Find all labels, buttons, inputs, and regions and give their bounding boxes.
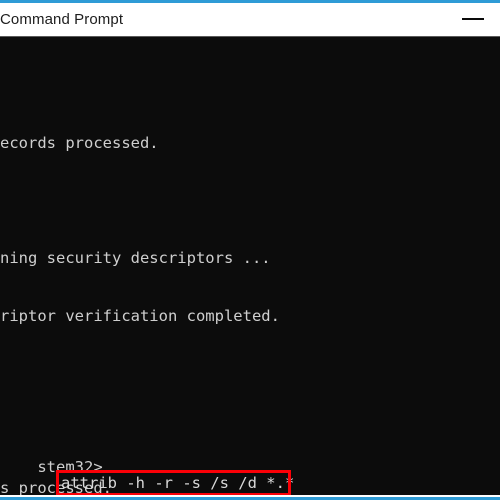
terminal-line: ecords processed. [0,133,159,152]
command-prompt-window: Command Prompt ecords processed. ning se… [0,0,500,500]
terminal-line: riptor verification completed. [0,306,280,325]
window-title: Command Prompt [0,11,124,28]
minimize-icon [462,18,484,20]
terminal-line: ning security descriptors ... [0,249,271,267]
terminal-scrollback: ecords processed. ning security descript… [0,38,500,496]
terminal-top-padding [0,76,500,95]
terminal-output-area[interactable]: ecords processed. ning security descript… [0,38,500,496]
typed-command-text[interactable]: attrib -h -r -s /s /d *.* [61,473,294,493]
minimize-button[interactable] [460,3,500,37]
terminal-prompt-row: stem32> [0,434,102,476]
window-titlebar[interactable]: Command Prompt [0,3,500,37]
